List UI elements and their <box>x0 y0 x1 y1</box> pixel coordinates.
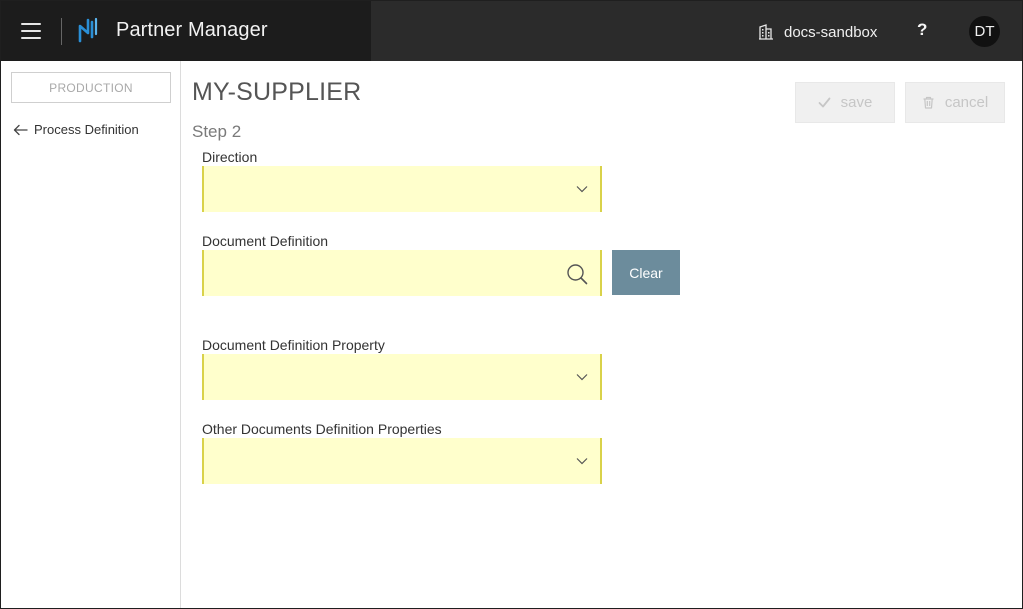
document-definition-property-label: Document Definition Property <box>202 337 385 353</box>
trash-icon <box>923 96 934 109</box>
top-header: Partner Manager docs-sandbox ? DT <box>1 1 1022 61</box>
tenant-label: docs-sandbox <box>784 23 878 41</box>
chevron-down-icon <box>576 374 588 381</box>
save-button-label: save <box>840 94 873 111</box>
help-button[interactable]: ? <box>917 20 927 40</box>
save-button[interactable]: save <box>795 82 895 123</box>
user-avatar[interactable]: DT <box>969 16 1000 47</box>
direction-label: Direction <box>202 149 258 165</box>
app-logo-icon <box>78 17 98 43</box>
arrow-left-icon <box>13 124 28 135</box>
document-definition-search-input[interactable] <box>202 250 602 296</box>
clear-button[interactable]: Clear <box>612 250 680 295</box>
cancel-button[interactable]: cancel <box>905 82 1005 123</box>
document-definition-property-select[interactable] <box>202 354 602 400</box>
sidebar: PRODUCTION Process Definition <box>1 61 181 608</box>
header-divider <box>61 18 62 45</box>
step-title: Step 2 <box>192 122 242 141</box>
document-definition-label: Document Definition <box>202 233 329 249</box>
other-properties-select[interactable] <box>202 438 602 484</box>
tenant-selector[interactable]: docs-sandbox <box>758 21 877 43</box>
back-to-process-definition-link[interactable]: Process Definition <box>13 122 139 137</box>
chevron-down-icon <box>576 458 588 465</box>
main-content: MY-SUPPLIER Step 2 save cancel Direction… <box>182 61 1022 608</box>
app-window: Partner Manager docs-sandbox ? DT PRODUC… <box>0 0 1023 609</box>
back-link-label: Process Definition <box>34 122 139 137</box>
chevron-down-icon <box>576 186 588 193</box>
other-properties-label: Other Documents Definition Properties <box>202 421 442 437</box>
checkmark-icon <box>818 97 831 108</box>
search-icon <box>567 264 588 285</box>
app-title: Partner Manager <box>116 19 268 41</box>
page-title: MY-SUPPLIER <box>192 78 362 106</box>
building-icon <box>759 24 773 40</box>
cancel-button-label: cancel <box>944 94 989 111</box>
direction-select[interactable] <box>202 166 602 212</box>
hamburger-menu-icon[interactable] <box>21 23 41 39</box>
environment-badge: PRODUCTION <box>11 72 171 103</box>
